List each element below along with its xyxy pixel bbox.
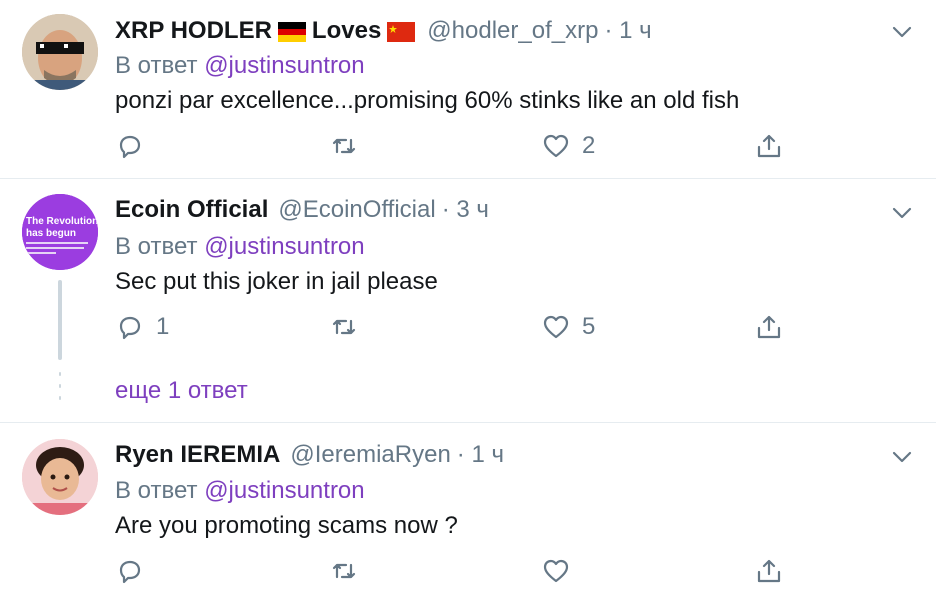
reply-button[interactable]: [116, 131, 156, 161]
reply-mention[interactable]: @justinsuntron: [204, 477, 364, 504]
like-icon: [543, 559, 569, 583]
share-icon: [757, 559, 781, 583]
chevron-down-icon[interactable]: [890, 20, 914, 44]
reply-button[interactable]: 1: [116, 312, 169, 342]
germany-flag-icon: [277, 21, 306, 42]
tweet-time[interactable]: · 3 ч: [442, 196, 489, 224]
share-button[interactable]: [755, 312, 783, 342]
svg-text:The Revolution: The Revolution: [26, 216, 98, 227]
tweet-3[interactable]: Ryen IEREMIA @IeremiaRyen · 1 ч В ответ …: [0, 423, 936, 597]
like-count: 5: [582, 313, 596, 340]
reply-context: В ответ @justinsuntron: [115, 52, 365, 80]
like-icon: [543, 134, 569, 158]
author-handle[interactable]: @hodler_of_xrp: [427, 17, 598, 45]
china-flag-icon: [387, 21, 416, 42]
tweet-1[interactable]: XRP HODLER Loves @hodler_of_xrp · 1 ч В …: [0, 0, 936, 178]
show-more-replies-link[interactable]: еще 1 ответ: [115, 377, 248, 405]
retweet-button[interactable]: [330, 556, 370, 586]
thread-dot: [59, 372, 61, 376]
tweet-text: Are you promoting scams now ?: [115, 512, 458, 539]
retweet-button[interactable]: [330, 131, 370, 161]
reply-context: В ответ @justinsuntron: [115, 233, 365, 261]
share-icon: [757, 134, 781, 158]
tweet-header: Ryen IEREMIA @IeremiaRyen · 1 ч: [115, 441, 504, 469]
like-count: 2: [582, 132, 596, 159]
chevron-down-icon[interactable]: [890, 201, 914, 225]
retweet-button[interactable]: [330, 312, 370, 342]
author-name[interactable]: Ryen IEREMIA: [115, 441, 280, 469]
share-icon: [757, 315, 781, 339]
like-button[interactable]: 2: [542, 131, 595, 161]
tweet-header: Ecoin Official @EcoinOfficial · 3 ч: [115, 196, 489, 224]
reply-icon: [119, 135, 141, 159]
tweet-2[interactable]: The Revolution has begun Ecoin Official …: [0, 179, 936, 422]
share-button[interactable]: [755, 131, 783, 161]
thread-dot: [59, 396, 61, 400]
retweet-icon: [332, 563, 356, 579]
thread-line: [58, 280, 62, 360]
avatar[interactable]: [22, 439, 98, 515]
reply-icon: [119, 560, 141, 584]
chevron-down-icon[interactable]: [890, 445, 914, 469]
reply-prefix: В ответ: [115, 233, 198, 260]
reply-icon: [119, 316, 141, 340]
reply-mention[interactable]: @justinsuntron: [204, 233, 364, 260]
like-button[interactable]: 5: [542, 312, 595, 342]
reply-prefix: В ответ: [115, 477, 198, 504]
reply-mention[interactable]: @justinsuntron: [204, 52, 364, 79]
avatar[interactable]: [22, 14, 98, 90]
author-name[interactable]: XRP HODLER: [115, 17, 272, 45]
reply-button[interactable]: [116, 556, 156, 586]
retweet-icon: [332, 138, 356, 154]
reply-count: 1: [156, 313, 170, 340]
reply-prefix: В ответ: [115, 52, 198, 79]
avatar[interactable]: The Revolution has begun: [22, 194, 98, 270]
like-icon: [543, 315, 569, 339]
author-handle[interactable]: @IeremiaRyen: [290, 441, 450, 469]
author-name[interactable]: Ecoin Official: [115, 196, 268, 224]
thread-dot: [59, 384, 61, 388]
tweet-header: XRP HODLER Loves @hodler_of_xrp · 1 ч: [115, 17, 652, 45]
share-button[interactable]: [755, 556, 783, 586]
tweet-time[interactable]: · 1 ч: [457, 441, 504, 469]
tweet-text: Sec put this joker in jail please: [115, 268, 438, 295]
tweet-text: ponzi par excellence...promising 60% sti…: [115, 87, 740, 114]
reply-context: В ответ @justinsuntron: [115, 477, 365, 505]
author-name-suffix[interactable]: Loves: [312, 17, 381, 45]
like-button[interactable]: [542, 556, 582, 586]
retweet-icon: [332, 319, 356, 335]
author-handle[interactable]: @EcoinOfficial: [278, 196, 435, 224]
tweet-time[interactable]: · 1 ч: [604, 17, 651, 45]
svg-text:has begun: has begun: [26, 228, 76, 239]
